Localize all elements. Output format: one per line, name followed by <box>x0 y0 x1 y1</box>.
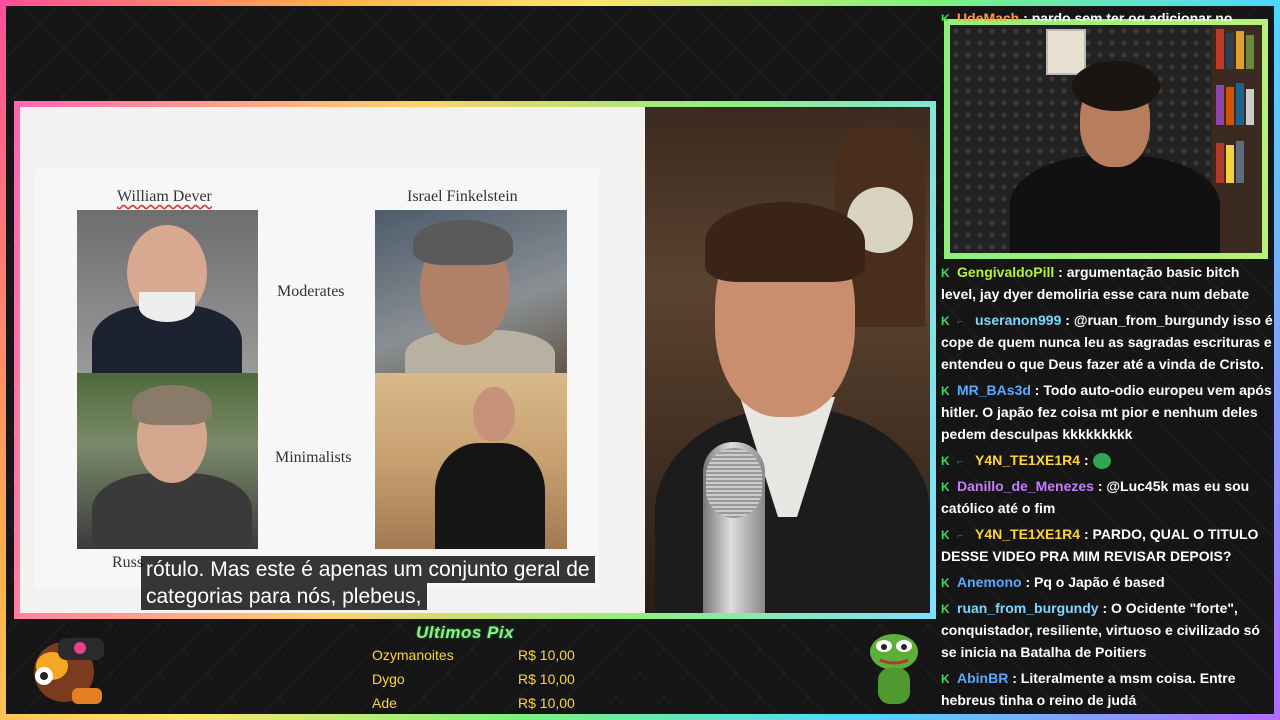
main-video-border: William Dever Israel Finkelstein Moderat… <box>14 101 936 619</box>
chat-username[interactable]: Y4N_TE1XE1R4 <box>975 526 1080 542</box>
chat-badge-icon: K <box>941 672 950 686</box>
host-camera <box>645 107 930 613</box>
subtitle-line-2: categorias para nós, plebeus, <box>141 583 427 610</box>
frog-emote-icon <box>1092 453 1111 470</box>
sub-badge-icon: ⌐ <box>957 530 964 542</box>
mascot-sticker-left <box>22 630 112 708</box>
chat-username[interactable]: Anemono <box>957 574 1022 590</box>
photo-russell <box>77 373 258 549</box>
chat-message: K Danillo_de_Menezes : @Luc45k mas eu sou… <box>941 478 1250 516</box>
chat-username[interactable]: Danillo_de_Menezes <box>957 478 1094 494</box>
slide-category-minimalists: Minimalists <box>275 449 352 466</box>
chat-username[interactable]: Y4N_TE1XE1R4 <box>975 452 1080 468</box>
chat-badge-icon: K <box>941 528 950 542</box>
sub-badge-icon: ⌐ <box>957 316 964 328</box>
video-subtitle: rótulo. Mas este é apenas um conjunto ge… <box>141 556 595 610</box>
presentation-slide: William Dever Israel Finkelstein Moderat… <box>20 107 645 613</box>
chat-badge-icon: K <box>941 12 950 21</box>
chat-username[interactable]: ruan_from_burgundy <box>957 600 1099 616</box>
photo-william-dever <box>77 210 258 373</box>
pix-donor-name: Dygo <box>372 671 405 687</box>
chat-badge-icon: K <box>941 602 950 616</box>
sub-badge-icon: ⌐ <box>957 456 964 468</box>
chat-badge-icon: K <box>941 576 950 590</box>
chat-message: K AbinBR : Literalmente a msm coisa. Entr… <box>941 670 1236 708</box>
photo-minimalist-scholar <box>375 373 567 549</box>
photo-israel-finkelstein <box>375 210 567 373</box>
chat-badge-icon: K <box>941 266 950 280</box>
chat-message: K ⌐ useranon999 : @ruan_from_burgundy isso… <box>941 312 1273 372</box>
chat-badge-icon: K <box>941 384 950 398</box>
pix-amount: R$ 10,00 <box>518 695 575 711</box>
chat-message: K UdeMach : pardo sem ter oq adicionar no <box>941 7 1273 21</box>
chat-message: K Anemono : Pq o Japão é based <box>941 574 1165 590</box>
pix-donor-name: Ade <box>372 695 397 711</box>
chat-panel[interactable]: K UdeMach : pardo sem ter oq adicionar no… <box>941 0 1273 714</box>
chat-text: pardo sem ter oq adicionar no <box>1031 10 1233 21</box>
subtitle-line-1: rótulo. Mas este é apenas um conjunto ge… <box>141 556 595 583</box>
chat-message: K ⌐ Y4N_TE1XE1R4 : <box>941 449 1273 471</box>
chat-badge-icon: K <box>941 314 950 328</box>
pix-amount: R$ 10,00 <box>518 671 575 687</box>
chat-username[interactable]: MR_BAs3d <box>957 382 1031 398</box>
chat-message: K ⌐ Y4N_TE1XE1R4 : PARDO, QUAL O TITULO DE… <box>941 526 1259 564</box>
chat-message: K GengivaldoPill : argumentação basic bit… <box>941 264 1250 302</box>
chat-username[interactable]: UdeMach <box>957 10 1019 21</box>
chat-badge-icon: K <box>941 480 950 494</box>
microphone-icon <box>703 442 765 613</box>
chat-message: Kruan_from_burgundy : O Ocidente "forte"… <box>941 600 1260 660</box>
chat-username[interactable]: useranon999 <box>975 312 1061 328</box>
pix-amount: R$ 10,00 <box>518 647 575 663</box>
main-video[interactable]: William Dever Israel Finkelstein Moderat… <box>20 107 930 613</box>
slide-category-moderates: Moderates <box>277 283 345 300</box>
slide-name-dever: William Dever <box>117 188 212 205</box>
slide-name-finkelstein: Israel Finkelstein <box>407 188 518 205</box>
slide-name-partial-left: Russ <box>112 554 144 571</box>
chat-message: K MR_BAs3d : Todo auto-odio europeu vem a… <box>941 382 1272 442</box>
chat-username[interactable]: GengivaldoPill <box>957 264 1054 280</box>
host-hair <box>705 202 865 282</box>
pix-title: Ultimos Pix <box>416 623 515 642</box>
chat-username[interactable]: AbinBR <box>957 670 1008 686</box>
pepe-frog-sticker <box>866 630 922 710</box>
chat-text: Pq o Japão é based <box>1034 574 1165 590</box>
pix-donor-name: Ozymanoites <box>372 647 454 663</box>
chat-badge-icon: K <box>941 454 950 468</box>
